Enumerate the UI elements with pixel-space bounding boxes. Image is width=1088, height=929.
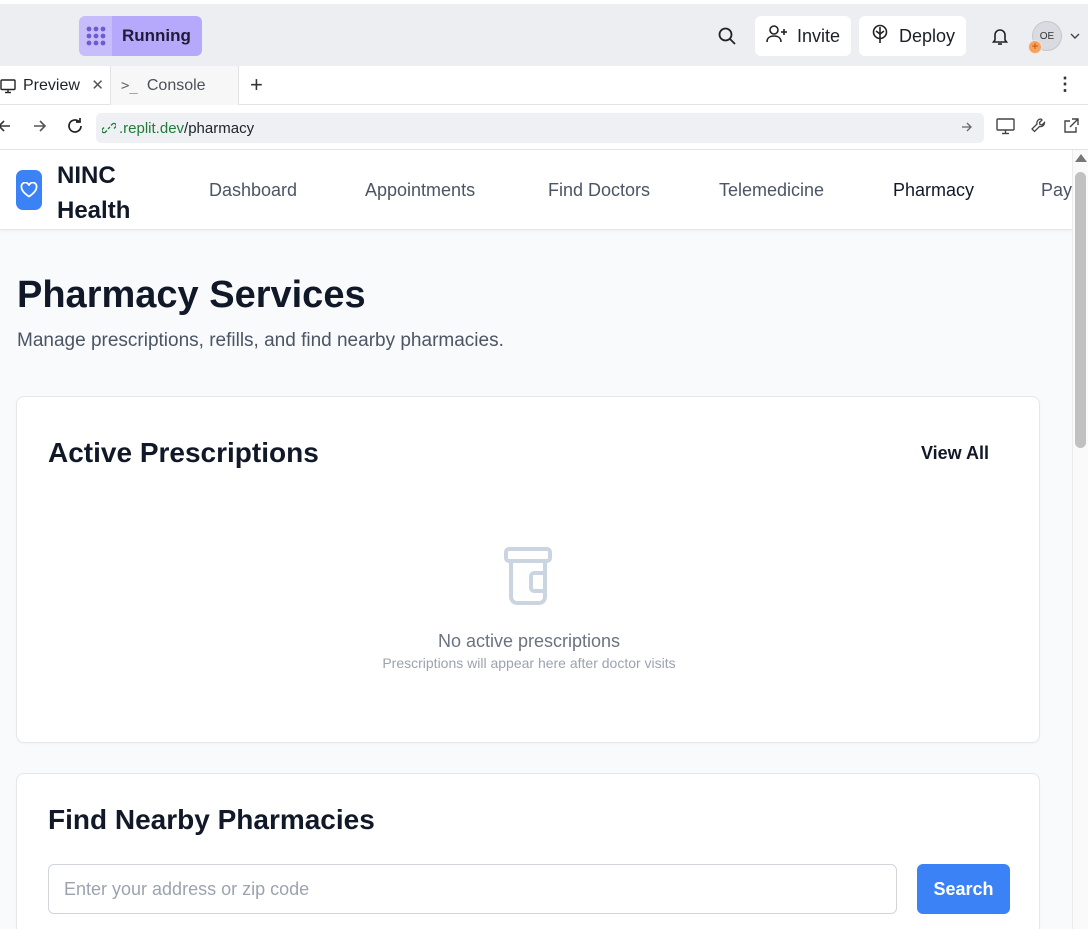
invite-button[interactable]: Invite	[754, 16, 851, 56]
pane-tabstrip: Preview ✕ >_ Console + ⋮	[0, 66, 1088, 105]
prescriptions-title: Active Prescriptions	[48, 437, 319, 468]
nav-payments[interactable]: Payments	[1041, 180, 1072, 201]
avatar-initials: OE	[1039, 30, 1055, 42]
external-link-icon[interactable]	[1062, 117, 1080, 140]
add-user-icon	[766, 24, 788, 49]
view-all-button[interactable]: View All	[921, 443, 989, 464]
wrench-icon[interactable]	[1030, 117, 1048, 140]
tab-console-label: Console	[146, 76, 206, 94]
empty-state-title: No active prescriptions	[437, 631, 621, 651]
workspace-topbar: Running Invite Deploy OE +	[0, 0, 1088, 66]
active-prescriptions-card: Active Prescriptions View All No active …	[16, 396, 1040, 743]
plus-badge-icon: +	[1028, 40, 1042, 54]
more-vertical-icon[interactable]: ⋮	[1056, 74, 1074, 95]
url-domain: .replit.dev	[119, 119, 185, 137]
link-icon	[102, 121, 116, 135]
app-navbar: NINC Health Dashboard Appointments Find …	[0, 150, 1072, 230]
avatar[interactable]: OE +	[1028, 21, 1062, 54]
page-subtitle: Manage prescriptions, refills, and find …	[17, 330, 504, 351]
nav-telemedicine[interactable]: Telemedicine	[719, 180, 824, 201]
brand-name-line2: Health	[57, 197, 131, 224]
back-arrow-icon[interactable]	[0, 116, 14, 141]
brand-logo[interactable]: NINC Health	[57, 158, 147, 228]
nearby-pharmacies-card: Find Nearby Pharmacies Search	[16, 773, 1040, 929]
search-icon[interactable]	[707, 16, 747, 56]
scroll-up-arrow-icon[interactable]	[1075, 154, 1087, 162]
nav-appointments[interactable]: Appointments	[365, 180, 475, 201]
app-viewport: NINC Health Dashboard Appointments Find …	[0, 150, 1072, 929]
search-button[interactable]: Search	[917, 864, 1010, 914]
forward-arrow-icon[interactable]	[31, 116, 49, 141]
preview-tools	[996, 117, 1080, 140]
empty-state-subtitle: Prescriptions will appear here after doc…	[382, 655, 676, 671]
replit-logo-icon	[79, 16, 113, 56]
chevron-down-icon[interactable]	[1062, 33, 1088, 39]
nav-pharmacy[interactable]: Pharmacy	[893, 180, 974, 201]
preview-address-bar: .replit.dev/pharmacy	[0, 105, 1088, 150]
page-title: Pharmacy Services	[17, 274, 366, 316]
reload-icon[interactable]	[65, 116, 85, 141]
close-icon[interactable]: ✕	[91, 76, 104, 94]
heart-icon	[16, 170, 42, 210]
nav-find-doctors[interactable]: Find Doctors	[548, 180, 650, 201]
invite-label: Invite	[796, 25, 840, 46]
go-arrow-icon[interactable]	[960, 119, 974, 139]
monitor-icon	[0, 78, 16, 94]
tab-console[interactable]: >_ Console	[111, 66, 239, 105]
pharmacies-title: Find Nearby Pharmacies	[48, 804, 375, 835]
add-tab-icon[interactable]: +	[250, 72, 263, 98]
deploy-label: Deploy	[898, 25, 955, 46]
url-path: /pharmacy	[184, 119, 255, 137]
run-status-group[interactable]: Running	[79, 16, 202, 56]
nav-dashboard[interactable]: Dashboard	[209, 180, 297, 201]
tab-preview-label: Preview	[23, 76, 80, 94]
bell-icon[interactable]	[980, 16, 1020, 56]
brand-name-line1: NINC	[57, 162, 116, 189]
scrollbar[interactable]	[1072, 150, 1088, 929]
running-button[interactable]: Running	[112, 16, 202, 56]
pill-bottle-icon	[504, 547, 552, 612]
url-field[interactable]: .replit.dev/pharmacy	[96, 113, 984, 143]
scrollbar-thumb[interactable]	[1075, 172, 1086, 448]
tab-preview[interactable]: Preview ✕	[0, 66, 111, 105]
devices-icon[interactable]	[996, 117, 1016, 140]
terminal-icon: >_	[121, 77, 138, 94]
deploy-button[interactable]: Deploy	[858, 16, 966, 56]
topbar-actions: Invite Deploy OE +	[707, 16, 1088, 56]
deploy-icon	[870, 24, 890, 49]
address-search-input[interactable]	[48, 864, 897, 914]
